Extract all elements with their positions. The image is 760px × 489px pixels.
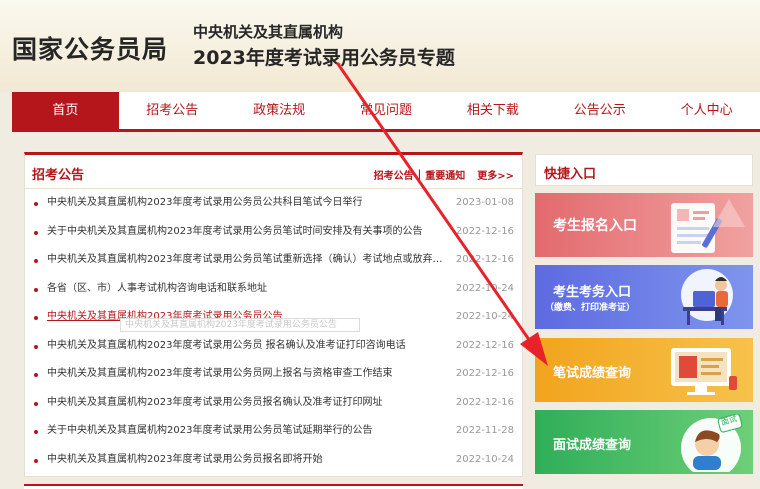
registration-form-icon [671,199,745,253]
nav-item-recruitment[interactable]: 招考公告 [119,92,226,129]
registration-entry-button[interactable]: 考生报名入口 [535,193,753,257]
header-subtitle-line1: 中央机关及其直属机构 [193,23,344,41]
announcements-header: 招考公告 招考公告 | 重要通知 更多>> [25,155,522,189]
list-item-date: 2022-10-24 [455,311,514,322]
nav-item-downloads[interactable]: 相关下载 [439,92,546,129]
link-separator: | [417,169,422,180]
main-nav: 首页 招考公告 政策法规 常见问题 相关下载 公告公示 个人中心 [12,92,760,132]
quick-entry-header: 快捷入口 [535,154,753,186]
exam-affairs-entry-button[interactable]: 考生考务入口 （缴费、打印准考证） [535,265,753,329]
announcements-panel: 招考公告 招考公告 | 重要通知 更多>> 中央机关及其直属机构2023年度考试… [24,152,523,477]
list-item-title[interactable]: 中央机关及其直属机构2023年度考试录用公务员 报名确认及准考证打印咨询电话 [47,332,447,361]
list-item-title[interactable]: 中央机关及其直属机构2023年度考试录用公务员网上报名与资格审查工作结束 [47,360,447,389]
nav-item-policies[interactable]: 政策法规 [226,92,333,129]
next-panel-top-edge [24,484,523,489]
exam-affairs-entry-label: 考生考务入口 [553,285,632,300]
written-score-query-label: 笔试成绩查询 [553,366,632,381]
list-item[interactable]: 中央机关及其直属机构2023年度考试录用公务员报名即将开始 2022-10-24 [25,446,522,475]
site-header: 国家公务员局 中央机关及其直属机构 2023年度考试录用公务员专题 [0,0,760,92]
list-item-title[interactable]: 中央机关及其直属机构2023年度考试录用公务员报名即将开始 [47,446,447,475]
list-item-date: 2022-12-16 [455,339,514,351]
link-recruitment[interactable]: 招考公告 [374,167,414,182]
nav-item-personal-center[interactable]: 个人中心 [653,92,760,129]
list-item-date: 2022-10-24 [455,453,514,465]
exam-affairs-entry-sublabel: （缴费、打印准考证） [545,303,636,313]
list-item-date: 2022-12-16 [455,225,514,237]
link-tooltip: 中央机关及其直属机构2023年度考试录用公务员公告 [120,318,360,332]
list-item[interactable]: 中央机关及其直属机构2023年度考试录用公务员公共科目笔试今日举行 2023-01… [25,189,522,218]
nav-item-notices[interactable]: 公告公示 [546,92,653,129]
list-item[interactable]: 中央机关及其直属机构2023年度考试录用公务员 报名确认及准考证打印咨询电话 20… [25,332,522,361]
list-item-title[interactable]: 关于中央机关及其直属机构2023年度考试录用公务员笔试延期举行的公告 [47,417,447,446]
list-item[interactable]: 关于中央机关及其直属机构2023年度考试录用公务员笔试时间安排及有关事项的公告 2… [25,218,522,247]
more-link[interactable]: 更多>> [477,167,514,182]
quick-entry-title: 快捷入口 [544,167,597,182]
list-item[interactable]: 中央机关及其直属机构2023年度考试录用公务员网上报名与资格审查工作结束 2022… [25,360,522,389]
nav-item-faq[interactable]: 常见问题 [333,92,440,129]
list-item-title[interactable]: 中央机关及其直属机构2023年度考试录用公务员公共科目笔试今日举行 [47,189,447,218]
list-item-date: 2022-12-16 [455,254,514,265]
computer-scores-icon [671,348,737,395]
list-item-date: 2022-10-24 [455,282,514,294]
list-item[interactable]: 中央机关及其直属机构2023年度考试录用公务员报名确认及准考证打印网址 2022-… [25,389,522,418]
nav-item-home[interactable]: 首页 [12,92,119,129]
list-item-title[interactable]: 各省（区、市）人事考试机构咨询电话和联系地址 [47,275,447,304]
list-item-date: 2022-12-16 [455,396,514,408]
list-item-title[interactable]: 中央机关及其直属机构2023年度考试录用公务员报名确认及准考证打印网址 [47,389,447,418]
list-item-date: 2022-11-28 [455,425,514,436]
written-score-query-button[interactable]: 笔试成绩查询 [535,338,753,402]
link-important-notices[interactable]: 重要通知 [425,167,465,182]
list-item[interactable]: 各省（区、市）人事考试机构咨询电话和联系地址 2022-10-24 [25,275,522,304]
list-item-date: 2023-01-08 [455,197,514,208]
announcements-links: 招考公告 | 重要通知 更多>> [374,167,514,182]
registration-entry-label: 考生报名入口 [553,218,637,234]
student-desk-icon [681,269,733,325]
list-item-date: 2022-12-16 [455,368,514,379]
list-item[interactable]: 中央机关及其直属机构2023年度考试录用公务员笔试重新选择（确认）考试地点或放弃… [25,246,522,275]
interview-score-query-button[interactable]: 面试成绩查询 面试 [535,410,753,474]
brand-title[interactable]: 国家公务员局 [12,30,168,66]
header-subtitle-line2: 2023年度考试录用公务员专题 [193,47,455,69]
interview-score-query-label: 面试成绩查询 [553,438,632,453]
list-item-title[interactable]: 中央机关及其直属机构2023年度考试录用公务员笔试重新选择（确认）考试地点或放弃… [47,246,447,275]
list-item[interactable]: 关于中央机关及其直属机构2023年度考试录用公务员笔试延期举行的公告 2022-1… [25,417,522,446]
announcements-title: 招考公告 [32,168,85,183]
list-item-title[interactable]: 关于中央机关及其直属机构2023年度考试录用公务员笔试时间安排及有关事项的公告 [47,218,447,247]
